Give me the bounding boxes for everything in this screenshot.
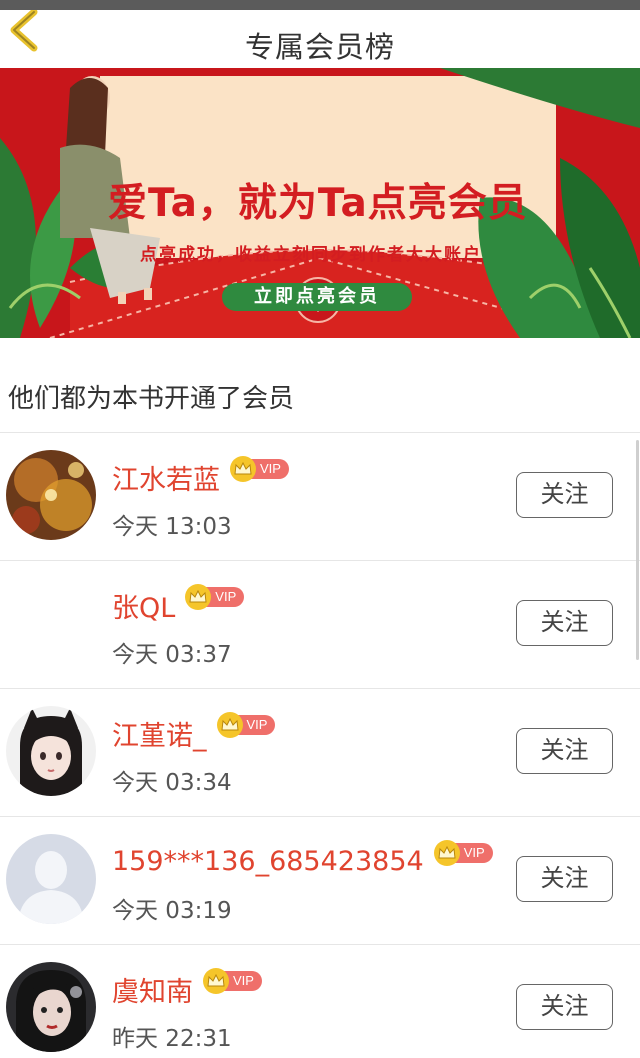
- vip-badge: VIP: [230, 456, 289, 482]
- follow-button[interactable]: 关注: [516, 856, 613, 902]
- avatar[interactable]: [6, 578, 96, 668]
- avatar[interactable]: [6, 450, 96, 540]
- crown-icon: [207, 974, 225, 987]
- avatar[interactable]: [6, 706, 96, 796]
- crown-icon: [220, 718, 239, 731]
- member-name: 159***136_685423854: [112, 845, 424, 877]
- vip-badge: VIP: [216, 712, 276, 738]
- member-name: 江堇诺_: [112, 720, 207, 752]
- header: 专属会员榜: [0, 8, 640, 68]
- member-time: 今天 03:37: [112, 642, 232, 668]
- vip-badge: VIP: [203, 968, 262, 994]
- member-list: 江水若蓝 VIP 今天 13:03 关注 张QL VIP 今天 03:37 关注: [0, 433, 640, 1058]
- member-time: 今天 03:19: [112, 898, 232, 924]
- vip-badge: VIP: [185, 584, 245, 610]
- member-time: 昨天 22:31: [112, 1026, 232, 1052]
- banner-subtitle: 点亮成功，收益立刻同步到作者大大账户: [140, 245, 482, 265]
- list-item[interactable]: 虞知南 VIP 昨天 22:31 关注: [0, 945, 640, 1058]
- follow-button[interactable]: 关注: [516, 728, 613, 774]
- follow-button[interactable]: 关注: [516, 472, 613, 518]
- page-title: 专属会员榜: [244, 30, 395, 64]
- crown-icon: [189, 590, 207, 603]
- banner-headline: 爱Ta，就为Ta点亮会员: [108, 181, 528, 226]
- promo-banner[interactable]: 爱Ta，就为Ta点亮会员 点亮成功，收益立刻同步到作者大大账户 立即点亮会员: [0, 68, 640, 338]
- avatar[interactable]: [6, 834, 96, 924]
- crown-icon: [438, 846, 456, 859]
- light-up-vip-button[interactable]: 立即点亮会员: [222, 283, 412, 311]
- list-item[interactable]: 159***136_685423854 VIP 今天 03:19 关注: [0, 817, 640, 945]
- member-time: 今天 03:34: [112, 770, 232, 796]
- member-name: 江水若蓝: [112, 464, 220, 496]
- list-item[interactable]: 江水若蓝 VIP 今天 13:03 关注: [0, 433, 640, 561]
- member-name: 张QL: [112, 592, 176, 624]
- avatar[interactable]: [6, 962, 96, 1052]
- section-title: 他们都为本书开通了会员: [8, 384, 295, 414]
- crown-icon: [234, 462, 252, 475]
- follow-button[interactable]: 关注: [516, 600, 613, 646]
- vip-badge: VIP: [433, 840, 493, 866]
- list-item[interactable]: 张QL VIP 今天 03:37 关注: [0, 561, 640, 689]
- follow-button[interactable]: 关注: [516, 984, 613, 1030]
- member-name: 虞知南: [112, 976, 193, 1008]
- status-bar: [0, 0, 640, 10]
- member-time: 今天 13:03: [112, 514, 232, 540]
- list-item[interactable]: 江堇诺_ VIP 今天 03:34 关注: [0, 689, 640, 817]
- scrollbar[interactable]: [636, 440, 639, 660]
